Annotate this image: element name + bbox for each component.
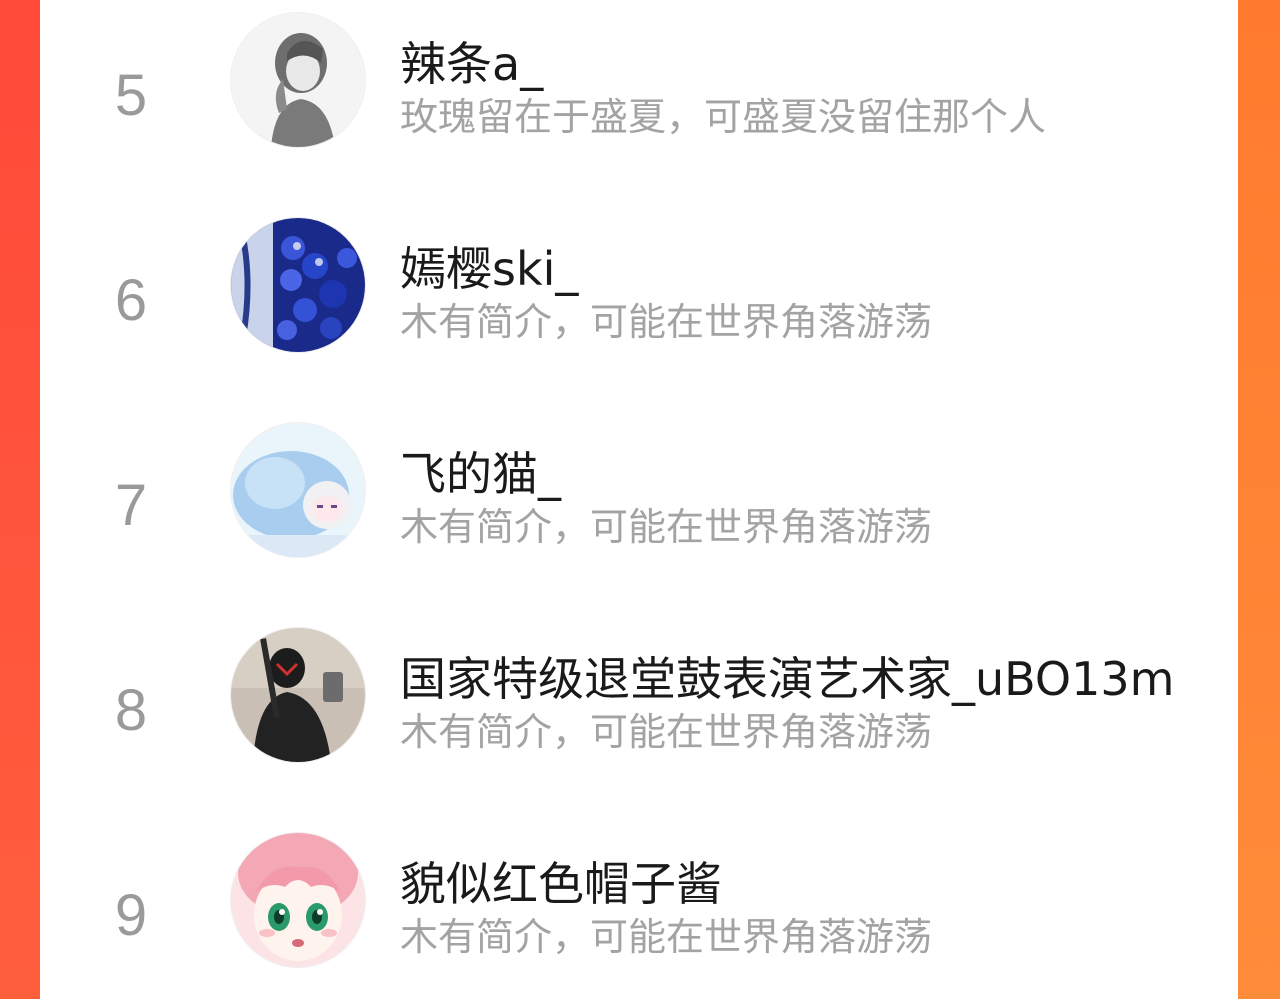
avatar[interactable] [230, 217, 366, 353]
list-item[interactable]: 8 国家特级退堂鼓表演艺术家_uBO13m 木有简介，可能在世界角落游荡 [40, 627, 1238, 777]
avatar[interactable] [230, 627, 366, 763]
username[interactable]: 飞的猫_ [400, 438, 1176, 504]
user-bio: 木有简介，可能在世界角落游荡 [400, 710, 933, 754]
user-bio: 木有简介，可能在世界角落游荡 [400, 300, 933, 344]
avatar[interactable] [230, 12, 366, 148]
list-item[interactable]: 6 嫣樱ski_ 木有简介，可能在世界角落游荡 [40, 217, 1238, 367]
username[interactable]: 国家特级退堂鼓表演艺术家_uBO13m [400, 643, 1176, 709]
rank-number: 5 [114, 63, 148, 128]
avatar-sketch-boy-hoodie-image [231, 13, 365, 147]
list-item[interactable]: 7 飞的猫_ 木有简介，可能在世界角落游荡 [40, 422, 1238, 572]
ranking-list-card: 5 辣条a_ 玫瑰留在于盛夏，可盛夏没留住那个人 6 嫣樱ski_ 木有简介，可… [40, 0, 1238, 999]
rank-number: 9 [114, 883, 148, 948]
username[interactable]: 嫣樱ski_ [400, 233, 1176, 299]
user-bio: 玫瑰留在于盛夏，可盛夏没留住那个人 [400, 95, 1047, 139]
avatar[interactable] [230, 422, 366, 558]
avatar-anime-pink-hair-image [231, 833, 365, 967]
list-item[interactable]: 5 辣条a_ 玫瑰留在于盛夏，可盛夏没留住那个人 [40, 12, 1238, 162]
avatar-anime-blue-hood-image [231, 423, 365, 557]
background-left-band [0, 0, 40, 999]
list-item[interactable]: 9 貌似红色帽子酱 木有简介，可能在世界角落游荡 [40, 832, 1238, 982]
rank-number: 8 [114, 678, 148, 743]
rank-number: 6 [114, 268, 148, 333]
user-bio: 木有简介，可能在世界角落游荡 [400, 505, 933, 549]
avatar-masked-figure-image [231, 628, 365, 762]
user-bio: 木有简介，可能在世界角落游荡 [400, 915, 933, 959]
username[interactable]: 貌似红色帽子酱 [400, 848, 1176, 914]
avatar-blue-beads-image [231, 218, 365, 352]
username[interactable]: 辣条a_ [400, 28, 1176, 94]
background-right-band [1238, 0, 1280, 999]
avatar[interactable] [230, 832, 366, 968]
rank-number: 7 [114, 473, 148, 538]
